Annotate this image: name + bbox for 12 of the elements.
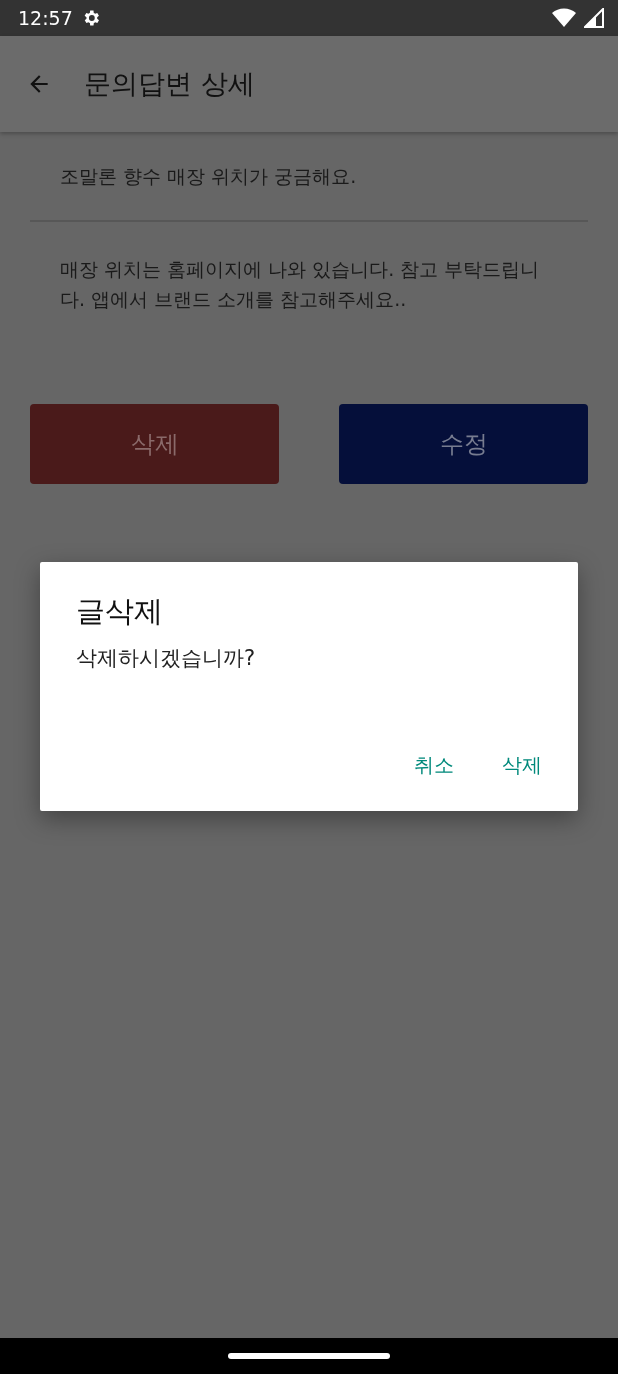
dialog-title: 글삭제 xyxy=(76,593,164,630)
wifi-icon xyxy=(552,8,576,28)
dialog-message: 삭제하시겠습니까? xyxy=(76,645,257,672)
signal-icon xyxy=(584,8,604,28)
cancel-button[interactable]: 취소 xyxy=(398,746,470,785)
status-time: 12:57 xyxy=(18,7,73,29)
page-title: 문의답변 상세 xyxy=(84,67,255,101)
delete-button[interactable]: 삭제 xyxy=(30,404,279,484)
answer-text: 매장 위치는 홈페이지에 나와 있습니다. 참고 부탁드립니다. 앱에서 브랜드 소개를 참고해주세요.. xyxy=(59,257,541,312)
edit-button[interactable]: 수정 xyxy=(339,404,588,484)
question-text: 조말론 향수 매장 위치가 궁금해요. xyxy=(30,132,588,222)
confirm-button[interactable]: 삭제 xyxy=(486,746,558,785)
